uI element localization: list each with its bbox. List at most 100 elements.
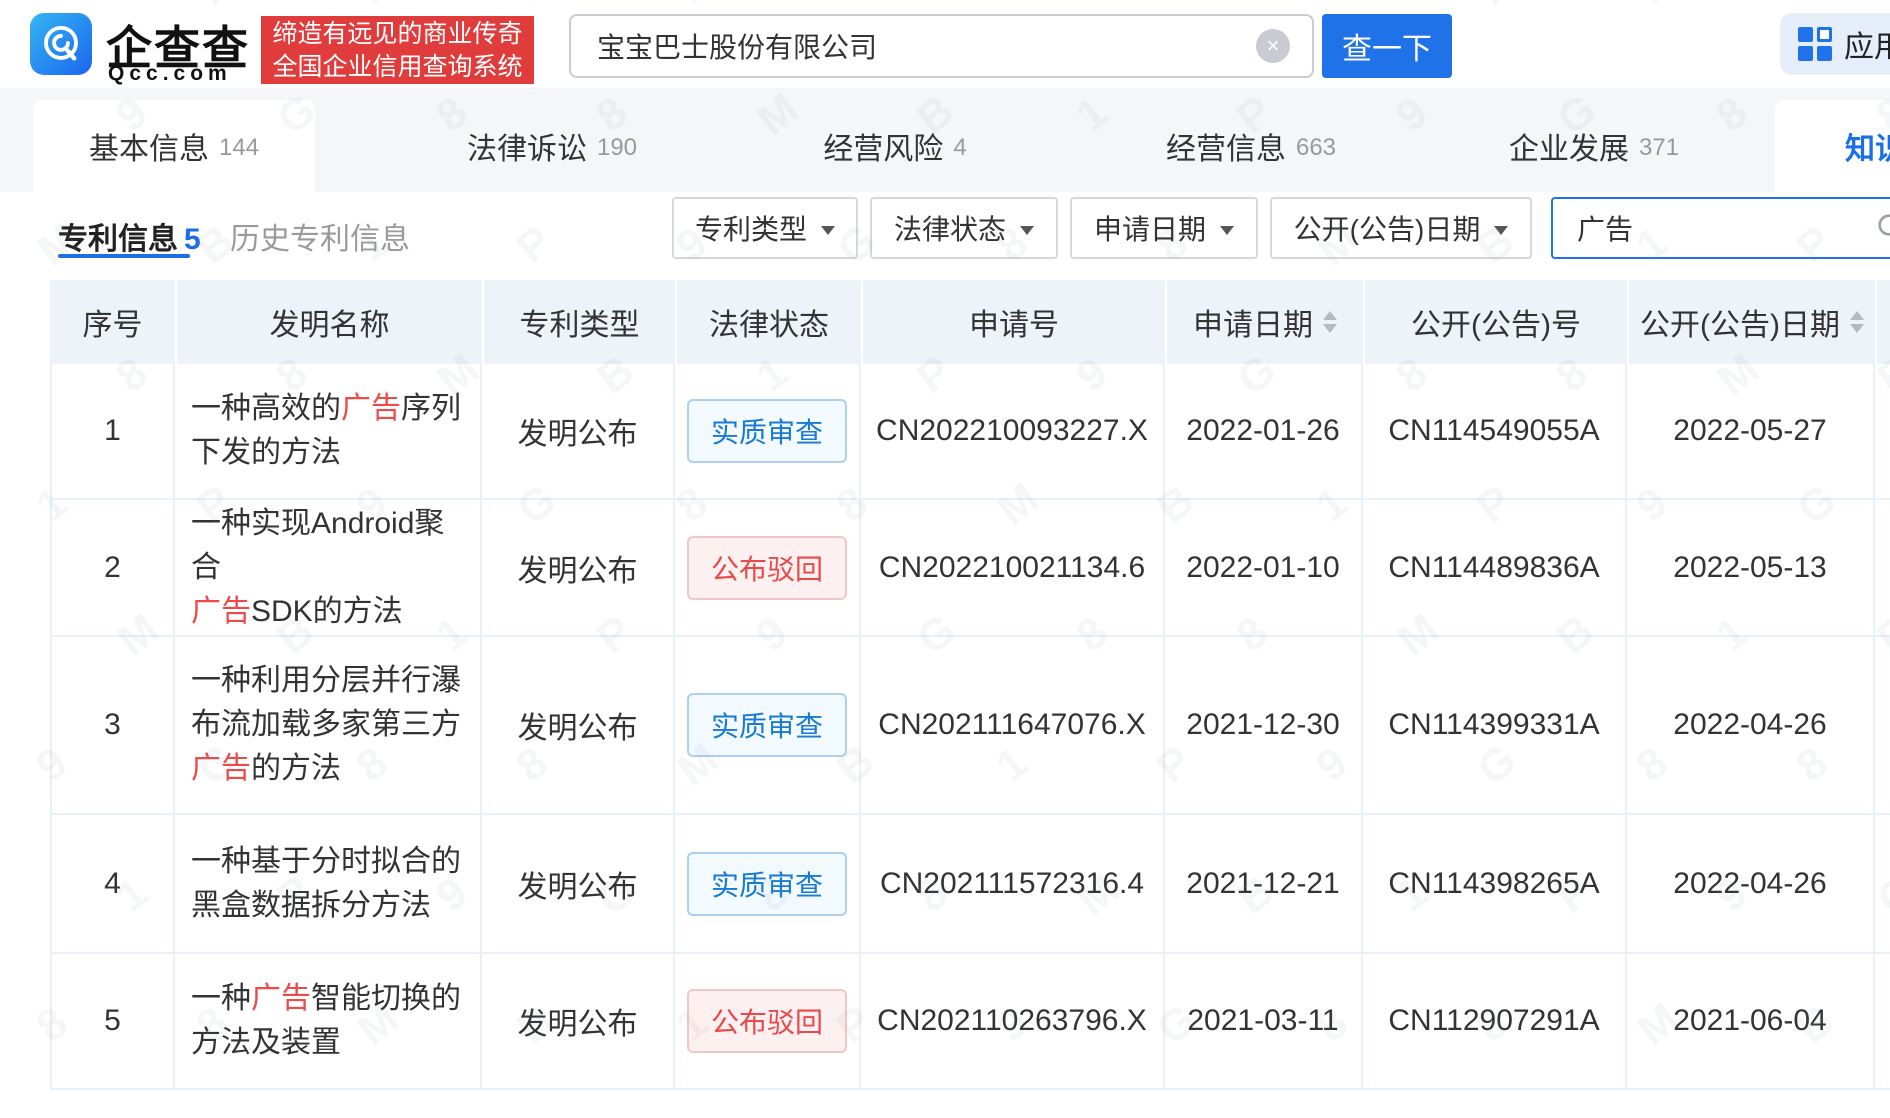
application-date: 2021-12-30 xyxy=(1165,637,1363,815)
patent-type: 发明公布 xyxy=(482,364,675,500)
patent-name-line: 方法及装置 xyxy=(191,1021,341,1065)
active-subtab-underline xyxy=(58,254,190,258)
filter-dropdown-label: 公开(公告)日期 xyxy=(1294,208,1481,248)
row-extra-cell xyxy=(1875,954,1890,1090)
keyword-filter-input[interactable] xyxy=(1551,197,1890,259)
patent-filter-row: 专利信息5 历史专利信息 专利类型 法律状态 申请日期 公开(公告)日期 xyxy=(0,192,1890,280)
column-header-label: 申请号 xyxy=(969,300,1059,344)
column-header-发明名称: 发明名称 xyxy=(175,280,482,364)
tab-count: 371 xyxy=(1639,134,1679,162)
qcc-logo-glyph xyxy=(39,22,83,66)
row-index: 5 xyxy=(50,954,175,1090)
application-number: CN202210021134.6 xyxy=(861,500,1165,637)
patent-name: 一种实现Android聚合广告SDK的方法 xyxy=(175,500,482,637)
publication-number: CN112907291A xyxy=(1363,954,1627,1090)
apps-button[interactable]: 应用 xyxy=(1780,13,1890,75)
filter-dropdown-label: 申请日期 xyxy=(1094,208,1206,248)
row-index: 2 xyxy=(50,500,175,637)
row-index: 3 xyxy=(50,637,175,815)
filter-dropdown-法律状态[interactable]: 法律状态 xyxy=(870,197,1058,259)
patent-name-line: 广告SDK的方法 xyxy=(191,590,403,634)
legal-status: 公布驳回 xyxy=(675,500,861,637)
status-badge: 实质审查 xyxy=(687,399,847,463)
slogan-line2: 全国企业信用查询系统 xyxy=(261,51,534,84)
chevron-down-icon xyxy=(1220,226,1234,235)
patent-name-line: 黑盒数据拆分方法 xyxy=(191,884,431,928)
status-badge: 公布驳回 xyxy=(687,536,847,600)
sort-icon[interactable] xyxy=(1850,311,1864,333)
highlighted-keyword: 广告 xyxy=(251,982,311,1015)
tab-label: 企业发展 xyxy=(1509,124,1629,168)
patent-name-line: 下发的方法 xyxy=(191,431,341,475)
publication-number: CN114549055A xyxy=(1363,364,1627,500)
application-date: 2022-01-26 xyxy=(1165,364,1363,500)
status-badge: 实质审查 xyxy=(687,852,847,916)
column-header-法律状态: 法律状态 xyxy=(675,280,861,364)
status-badge: 公布驳回 xyxy=(687,989,847,1053)
qcc-logo-icon[interactable] xyxy=(30,13,92,75)
highlighted-keyword: 广告 xyxy=(191,752,251,785)
patent-type: 发明公布 xyxy=(482,954,675,1090)
patent-name: 一种广告智能切换的方法及装置 xyxy=(175,954,482,1090)
subtab-history-patent[interactable]: 历史专利信息 xyxy=(230,214,410,258)
column-header-label: 专利类型 xyxy=(520,300,640,344)
publication-date: 2022-05-13 xyxy=(1627,500,1875,637)
column-header-专利类型: 专利类型 xyxy=(482,280,675,364)
tab-label: 知识产权 xyxy=(1845,124,1890,168)
patent-table: 序号发明名称专利类型法律状态申请号申请日期公开(公告)号公开(公告)日期1一种高… xyxy=(50,280,1890,1090)
company-search-input[interactable] xyxy=(569,14,1314,78)
clear-search-icon[interactable]: × xyxy=(1256,29,1290,63)
column-header-公开(公告)日期[interactable]: 公开(公告)日期 xyxy=(1627,280,1875,364)
tab-基本信息[interactable]: 基本信息144 xyxy=(33,100,315,192)
application-number: CN202210093227.X xyxy=(861,364,1165,500)
application-date: 2021-12-21 xyxy=(1165,815,1363,954)
publication-date: 2021-06-04 xyxy=(1627,954,1875,1090)
tab-经营信息[interactable]: 经营信息663 xyxy=(1101,100,1401,192)
column-header-label: 发明名称 xyxy=(270,300,390,344)
qcc-logo-domain: Qcc.com xyxy=(108,62,232,86)
legal-status: 实质审查 xyxy=(675,364,861,500)
column-header-label: 公开(公告)日期 xyxy=(1640,300,1840,344)
tab-法律诉讼[interactable]: 法律诉讼190 xyxy=(402,100,702,192)
patent-name-line: 一种高效的广告序列 xyxy=(191,387,461,431)
patent-type: 发明公布 xyxy=(482,815,675,954)
column-header-label: 序号 xyxy=(83,300,143,344)
chevron-down-icon xyxy=(1494,226,1508,235)
chevron-down-icon xyxy=(1020,226,1034,235)
tab-经营风险[interactable]: 经营风险4 xyxy=(745,100,1045,192)
publication-number: CN114489836A xyxy=(1363,500,1627,637)
column-header-extra xyxy=(1875,280,1890,364)
patent-name: 一种高效的广告序列下发的方法 xyxy=(175,364,482,500)
column-header-label: 申请日期 xyxy=(1193,300,1313,344)
subtab-patent-info[interactable]: 专利信息5 xyxy=(58,214,201,258)
legal-status: 实质审查 xyxy=(675,637,861,815)
filter-dropdown-申请日期[interactable]: 申请日期 xyxy=(1070,197,1258,259)
slogan-banner: 缔造有远见的商业传奇 全国企业信用查询系统 xyxy=(261,16,534,84)
column-header-公开(公告)号: 公开(公告)号 xyxy=(1363,280,1627,364)
publication-number: CN114398265A xyxy=(1363,815,1627,954)
filter-dropdown-专利类型[interactable]: 专利类型 xyxy=(672,197,858,259)
application-date: 2021-03-11 xyxy=(1165,954,1363,1090)
patent-name-line: 一种广告智能切换的 xyxy=(191,977,461,1021)
application-number: CN202111647076.X xyxy=(861,637,1165,815)
filter-dropdown-公开(公告)日期[interactable]: 公开(公告)日期 xyxy=(1270,197,1532,259)
sort-icon[interactable] xyxy=(1323,311,1337,333)
application-date: 2022-01-10 xyxy=(1165,500,1363,637)
subtab-patent-info-label: 专利信息 xyxy=(58,223,178,256)
tab-知识产权[interactable]: 知识产权 xyxy=(1775,100,1890,192)
patent-type: 发明公布 xyxy=(482,500,675,637)
publication-number: CN114399331A xyxy=(1363,637,1627,815)
column-header-label: 公开(公告)号 xyxy=(1411,300,1581,344)
search-button[interactable]: 查一下 xyxy=(1322,14,1452,78)
tab-企业发展[interactable]: 企业发展 371 xyxy=(1444,100,1744,192)
patent-name-line: 一种实现Android聚合 xyxy=(191,502,464,590)
row-extra-cell xyxy=(1875,364,1890,500)
row-extra-cell xyxy=(1875,637,1890,815)
column-header-申请日期[interactable]: 申请日期 xyxy=(1165,280,1363,364)
keyword-search-icon[interactable] xyxy=(1875,211,1890,248)
tab-count: 4 xyxy=(953,134,966,162)
filter-dropdown-label: 专利类型 xyxy=(695,208,807,248)
row-extra-cell xyxy=(1875,815,1890,954)
filter-dropdown-label: 法律状态 xyxy=(894,208,1006,248)
tab-count: 144 xyxy=(219,134,259,162)
